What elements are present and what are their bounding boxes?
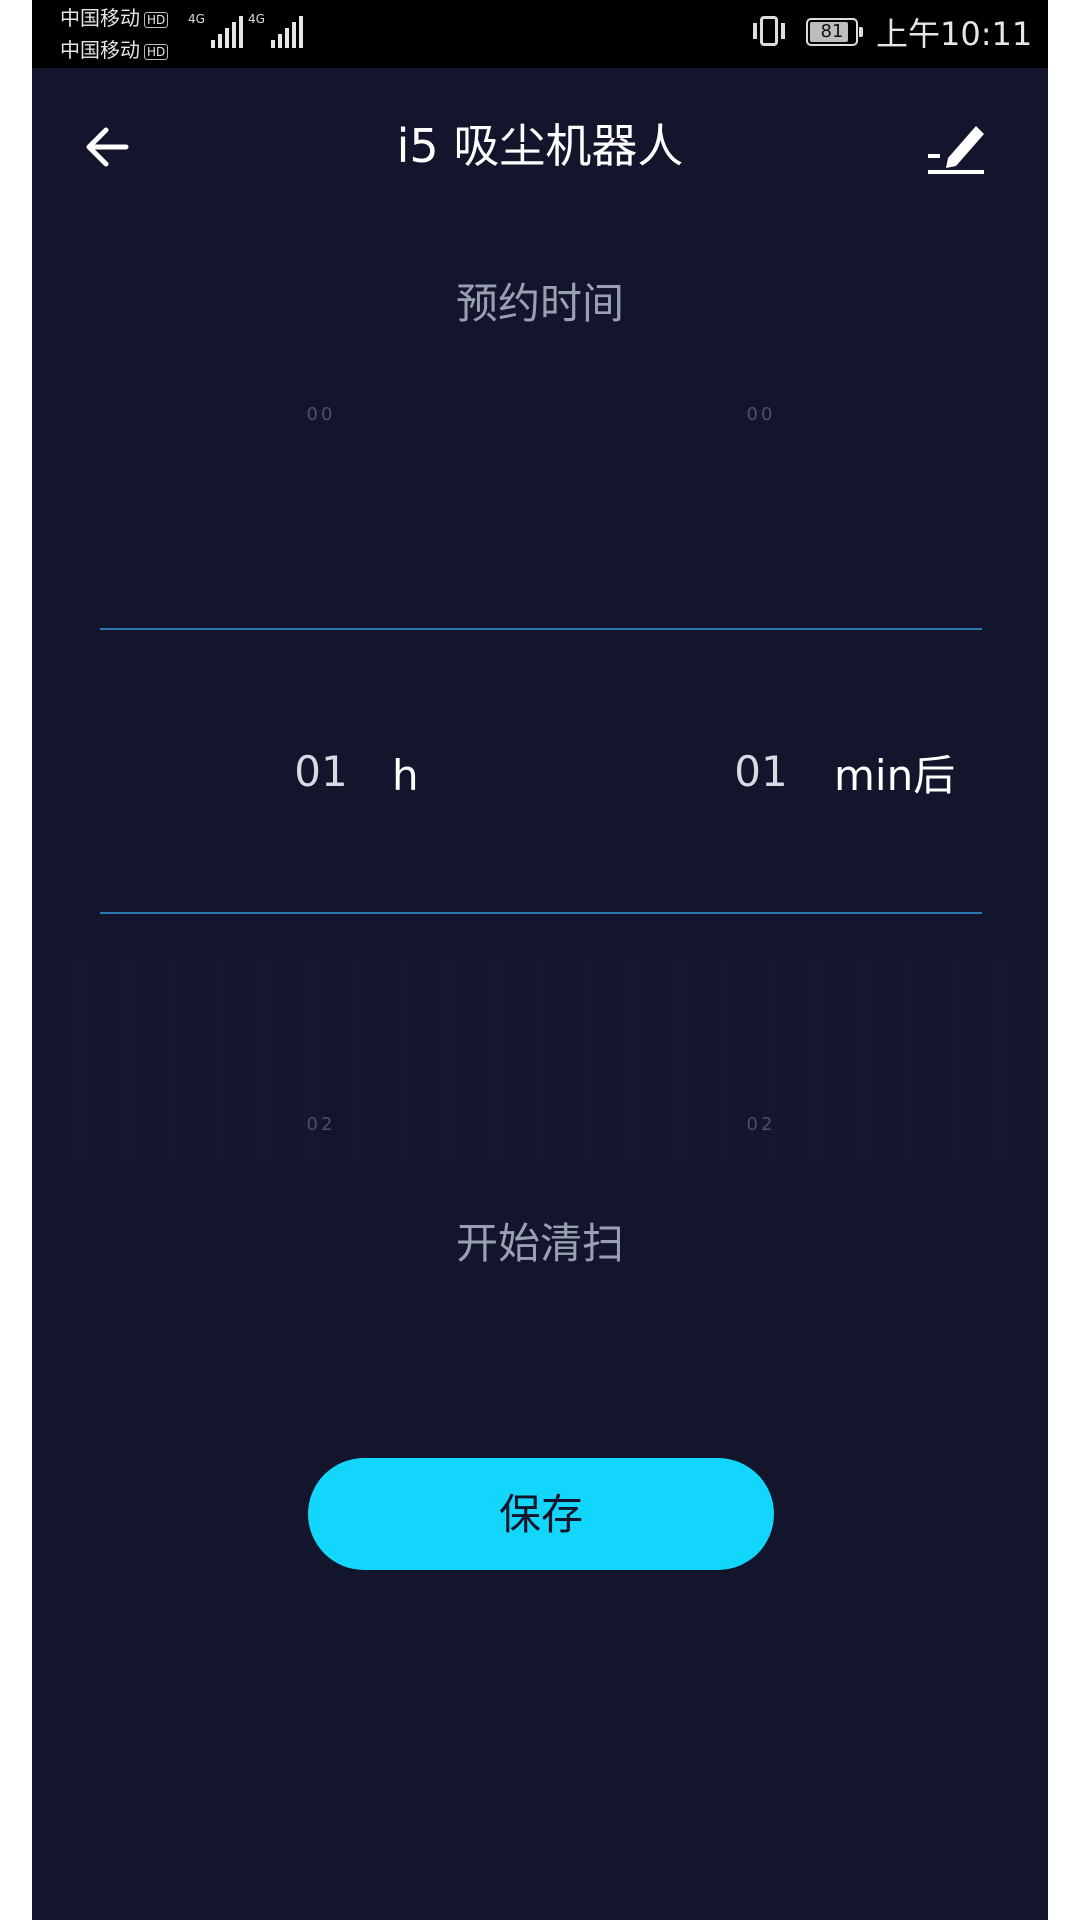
hd-badge-1: HD — [144, 11, 169, 28]
minute-option-selected[interactable]: 01 — [701, 744, 821, 800]
signal-1-icon: 4G — [188, 12, 243, 48]
battery-level: 81 — [820, 21, 844, 42]
carrier-2-label: 中国移动 — [60, 38, 140, 62]
network-type-2: 4G — [248, 12, 265, 26]
pencil-icon — [928, 126, 984, 174]
hour-option-below[interactable]: 02 — [261, 1114, 381, 1135]
network-type-1: 4G — [188, 12, 205, 26]
signal-2-icon: 4G — [248, 12, 303, 48]
picker-top-divider — [100, 628, 982, 630]
clock: 上午10:11 — [876, 15, 1033, 53]
picker-fade — [72, 960, 1048, 1160]
edit-button[interactable] — [926, 118, 988, 178]
minute-option-below[interactable]: 02 — [701, 1114, 821, 1135]
save-button[interactable]: 保存 — [308, 1458, 774, 1570]
schedule-title: 预约时间 — [455, 279, 624, 328]
picker-bottom-divider — [100, 912, 982, 914]
carrier-1: 中国移动 HD — [60, 6, 169, 30]
battery-icon: 81 — [806, 18, 858, 46]
hd-badge-2: HD — [144, 43, 169, 60]
vibrate-icon — [753, 16, 785, 46]
page-title: i5 吸尘机器人 — [396, 119, 684, 173]
carrier-2: 中国移动 HD — [60, 38, 169, 62]
hour-unit-label: h — [392, 751, 419, 800]
start-cleaning-label: 开始清扫 — [455, 1219, 624, 1268]
minute-option-above[interactable]: 00 — [701, 404, 821, 425]
hour-option-selected[interactable]: 01 — [261, 744, 381, 800]
hour-option-above[interactable]: 00 — [261, 404, 381, 425]
minute-unit-label: min后 — [834, 751, 956, 800]
status-bar: 中国移动 HD 中国移动 HD 4G 4G 81 上午10:11 — [32, 0, 1048, 68]
carrier-1-label: 中国移动 — [60, 6, 140, 30]
app-screen: 中国移动 HD 中国移动 HD 4G 4G 81 上午10:11 i5 吸尘机器人 — [32, 0, 1048, 1920]
